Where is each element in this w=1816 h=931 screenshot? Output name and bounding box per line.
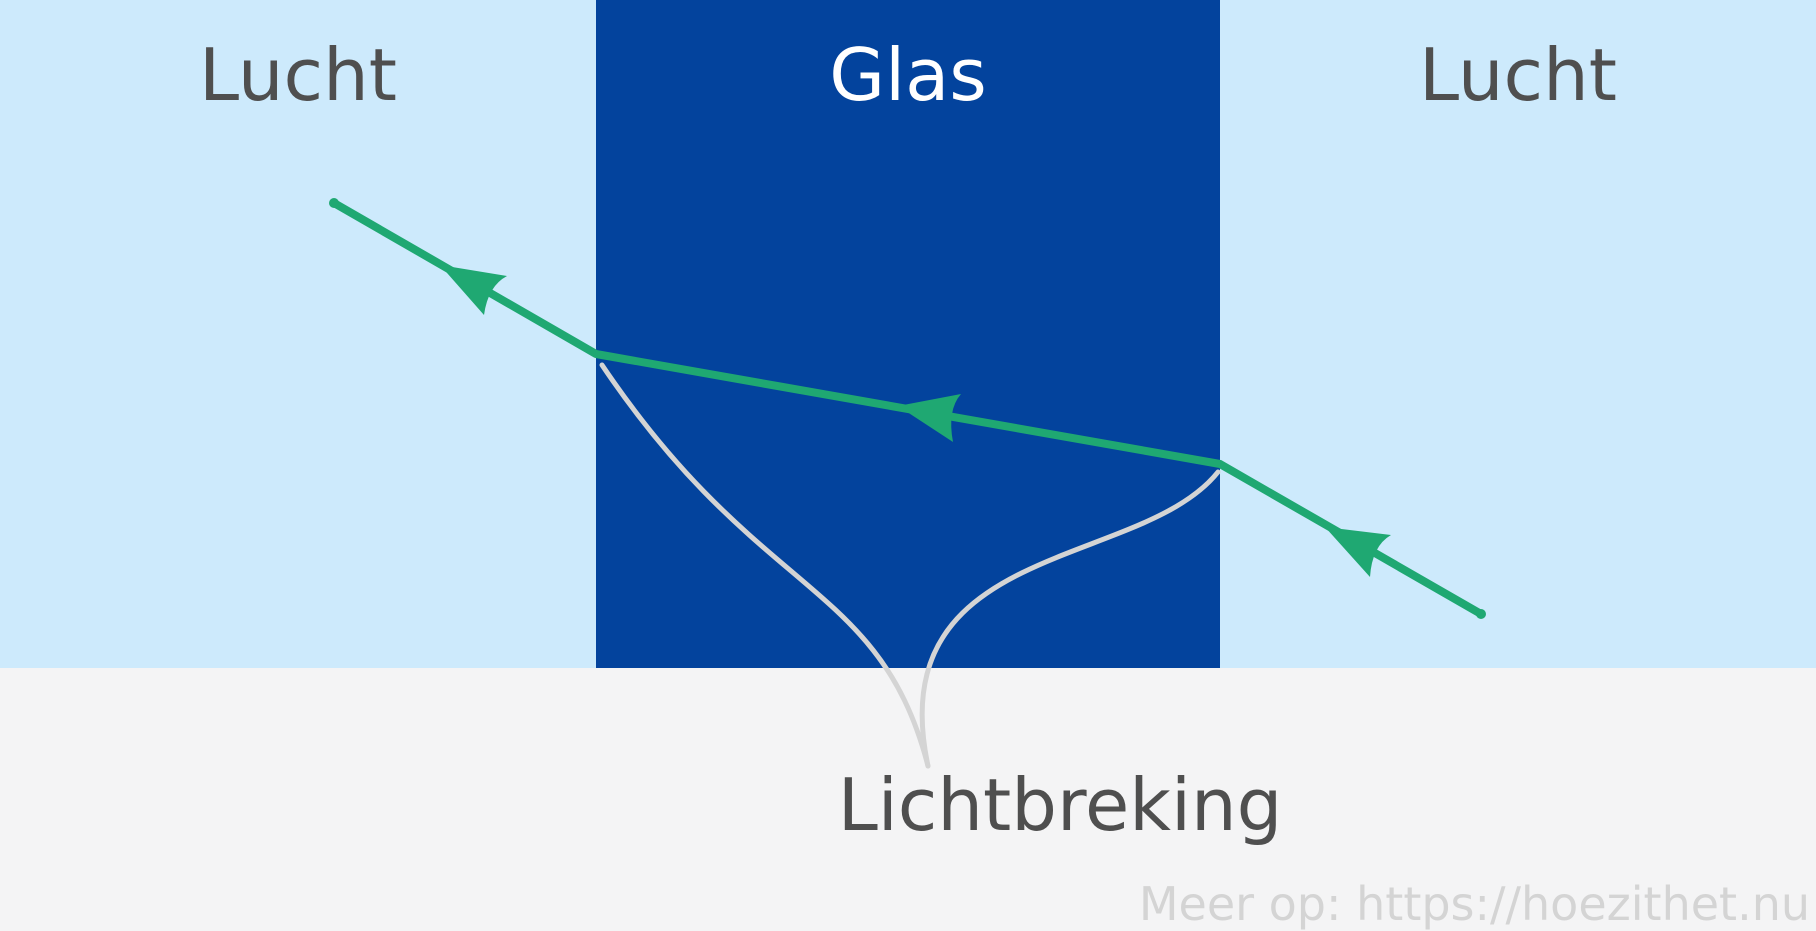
watermark-label: Meer op: https://hoezithet.nu [1139,877,1810,931]
ray-end-point [329,198,339,208]
glass-label: Glas [829,33,986,117]
ray-start-point [1476,609,1486,619]
refraction-diagram: Lucht Glas Lucht Lichtbreking Meer op: h… [0,0,1816,931]
diagram-canvas: Lucht Glas Lucht Lichtbreking Meer op: h… [0,0,1816,931]
air-right-label: Lucht [1419,33,1617,117]
air-left-label: Lucht [199,33,397,117]
caption-label: Lichtbreking [838,763,1283,847]
